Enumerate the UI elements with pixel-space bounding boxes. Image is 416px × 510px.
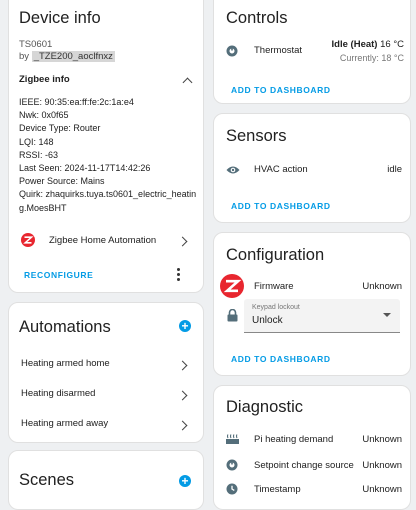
firmware-label: Firmware <box>254 281 294 292</box>
device-model: TS0601 <box>19 39 53 50</box>
controls-title: Controls <box>226 9 288 27</box>
automation-item[interactable]: Heating armed home <box>9 355 203 375</box>
diagnostic-label: Pi heating demand <box>254 434 334 445</box>
chevron-right-icon[interactable] <box>177 420 188 431</box>
dropdown-arrow-icon <box>383 313 391 317</box>
zigbee-details: IEEE: 90:35:ea:ff:fe:2c:1a:e4 Nwk: 0x0f65… <box>19 96 199 215</box>
thermostat-state: Idle (Heat) <box>331 39 378 50</box>
diagnostic-value: Unknown <box>362 484 402 495</box>
device-manufacturer-line: by _TZE200_aoclfnxz <box>19 51 115 62</box>
zigbee-detail-line: g.MoesBHT <box>19 202 67 213</box>
chevron-right-icon[interactable] <box>177 360 188 371</box>
chevron-right-icon[interactable] <box>177 390 188 401</box>
integration-row[interactable]: Zigbee Home Automation <box>9 229 203 251</box>
thermostat-target: 16 °C <box>380 39 404 50</box>
zigbee-detail-line: IEEE: 90:35:ea:ff:fe:2c:1a:e4 <box>19 97 134 107</box>
automation-item[interactable]: Heating disarmed <box>9 385 203 405</box>
keypad-lockout-value: Unlock <box>252 315 283 326</box>
device-info-card: Device info TS0601 by _TZE200_aoclfnxz Z… <box>8 0 204 293</box>
diagnostic-value: Unknown <box>362 434 402 445</box>
diagnostic-card: Diagnostic Pi heating demand Unknown Set… <box>213 385 411 510</box>
by-prefix: by <box>19 51 30 62</box>
configuration-title: Configuration <box>226 246 325 264</box>
device-manufacturer[interactable]: _TZE200_aoclfnxz <box>31 51 115 62</box>
chevron-right-icon[interactable] <box>177 236 188 247</box>
add-to-dashboard-button[interactable]: ADD TO DASHBOARD <box>231 201 331 211</box>
zigbee-logo-icon <box>220 274 244 298</box>
zigbee-logo-icon <box>21 233 35 247</box>
overflow-menu-icon[interactable] <box>177 268 181 281</box>
hvac-action-value: idle <box>387 164 402 175</box>
diagnostic-title: Diagnostic <box>226 398 304 416</box>
add-to-dashboard-button[interactable]: ADD TO DASHBOARD <box>231 85 331 95</box>
integration-label: Zigbee Home Automation <box>49 235 157 246</box>
diagnostic-value: Unknown <box>362 460 402 471</box>
automation-label: Heating armed away <box>21 418 109 429</box>
controls-card: Controls Thermostat Idle (Heat) 16 °C Cu… <box>213 0 411 104</box>
keypad-lockout-label: Keypad lockout <box>252 304 300 311</box>
device-info-title: Device info <box>19 9 101 27</box>
keypad-lockout-select[interactable]: Keypad lockout Unlock <box>244 299 400 333</box>
thermostat-label: Thermostat <box>254 45 303 56</box>
add-automation-icon[interactable]: + <box>179 320 191 332</box>
automation-label: Heating disarmed <box>21 388 96 399</box>
thermostat-row[interactable]: Thermostat Idle (Heat) 16 °C Currently: … <box>214 37 410 67</box>
hvac-action-row[interactable]: HVAC action idle <box>214 160 410 180</box>
configuration-card: Configuration Firmware Unknown Keypad lo… <box>213 232 411 376</box>
automation-item[interactable]: Heating armed away <box>9 415 203 435</box>
zigbee-detail-line: Device Type: Router <box>19 123 101 134</box>
firmware-row[interactable]: Firmware Unknown <box>214 273 410 299</box>
zigbee-detail-line: LQI: 148 <box>19 136 54 147</box>
thermostat-current: Currently: 18 °C <box>339 53 404 63</box>
zigbee-detail-line: Quirk: zhaquirks.tuya.ts0601_electric_he… <box>19 189 197 200</box>
diagnostic-row[interactable]: Pi heating demand Unknown <box>214 430 410 448</box>
scenes-title: Scenes <box>19 471 75 489</box>
thermostat-state-line: Idle (Heat) 16 °C <box>332 39 404 50</box>
automations-title: Automations <box>19 318 111 336</box>
add-scene-icon[interactable]: + <box>179 475 191 487</box>
chevron-up-icon[interactable] <box>182 77 193 88</box>
zigbee-info-label: Zigbee info <box>19 74 70 85</box>
zigbee-info-header[interactable]: Zigbee info <box>9 69 203 91</box>
add-to-dashboard-button[interactable]: ADD TO DASHBOARD <box>231 354 331 364</box>
zigbee-detail-line: Last Seen: 2024-11-17T14:42:26 <box>19 163 151 174</box>
reconfigure-button[interactable]: RECONFIGURE <box>24 270 93 280</box>
sensors-title: Sensors <box>226 127 287 145</box>
automations-card: Automations + Heating armed home Heating… <box>8 302 204 443</box>
clock-icon <box>226 483 238 495</box>
zigbee-detail-line: RSSI: -63 <box>19 149 59 160</box>
hvac-action-label: HVAC action <box>254 164 308 175</box>
thermostat-icon <box>226 45 238 57</box>
firmware-value: Unknown <box>362 281 402 292</box>
diagnostic-label: Timestamp <box>254 484 301 495</box>
diagnostic-label: Setpoint change source <box>254 460 354 471</box>
scenes-card: Scenes + <box>8 450 204 510</box>
sensors-card: Sensors HVAC action idle ADD TO DASHBOAR… <box>213 113 411 223</box>
zigbee-detail-line: Nwk: 0x0f65 <box>19 110 69 121</box>
thermostat-icon <box>226 459 238 471</box>
radiator-icon <box>226 434 239 444</box>
lock-icon <box>227 309 238 322</box>
zigbee-detail-line: Power Source: Mains <box>19 176 105 187</box>
automation-label: Heating armed home <box>21 358 110 369</box>
diagnostic-row[interactable]: Setpoint change source Unknown <box>214 456 410 474</box>
diagnostic-row[interactable]: Timestamp Unknown <box>214 480 410 498</box>
eye-icon <box>226 166 240 174</box>
